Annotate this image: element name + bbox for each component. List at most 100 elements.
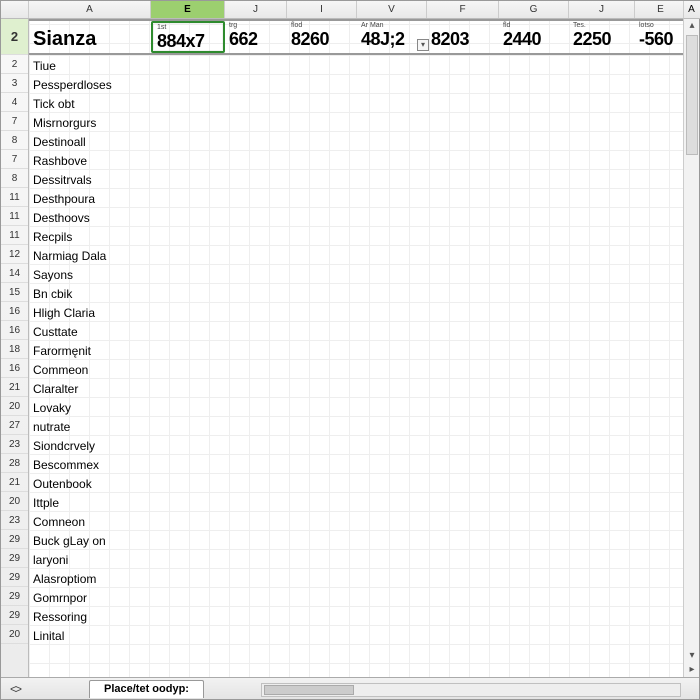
row-header[interactable]: 4 [1, 93, 28, 112]
vertical-scrollbar[interactable]: ▴ ▾ ▸ [683, 19, 699, 677]
row-header[interactable]: 20 [1, 625, 28, 644]
row-label-cell[interactable]: Narmiag Dala [29, 245, 151, 264]
grid-area[interactable]: Sianza1st884x7trg662flod8260Ar Man48J;2▾… [29, 19, 683, 677]
row-header[interactable]: 8 [1, 131, 28, 150]
row-label-cell[interactable]: Dessitrvals [29, 169, 151, 188]
column-header[interactable]: F [427, 1, 499, 18]
row-header[interactable]: 21 [1, 473, 28, 492]
row-label-cell[interactable]: nutrate [29, 416, 151, 435]
row-header[interactable]: 7 [1, 150, 28, 169]
row-header[interactable]: 11 [1, 188, 28, 207]
row-label-cell[interactable]: Alasroptiom [29, 568, 151, 587]
column-header[interactable]: J [569, 1, 635, 18]
column-header[interactable]: A [29, 1, 151, 18]
row-header[interactable]: 11 [1, 207, 28, 226]
column-header[interactable]: E [635, 1, 687, 18]
row-header[interactable]: 14 [1, 264, 28, 283]
horizontal-scrollbar[interactable] [261, 683, 681, 697]
row-label-cell[interactable]: Bescommex [29, 454, 151, 473]
column-header[interactable]: G [499, 1, 569, 18]
header-title-cell[interactable]: Sianza [29, 21, 151, 53]
row-label-cell[interactable]: Claralter [29, 378, 151, 397]
row-label-cell[interactable]: Gomrnpor [29, 587, 151, 606]
column-header[interactable]: I [287, 1, 357, 18]
row-label-cell[interactable]: Outenbook [29, 473, 151, 492]
row-label-cell[interactable]: Tiue [29, 55, 151, 74]
row-header[interactable]: 3 [1, 74, 28, 93]
row-label-cell[interactable]: Rashbove [29, 150, 151, 169]
row-label-cell[interactable]: Buck gLay on [29, 530, 151, 549]
select-all-corner[interactable] [1, 1, 29, 18]
header-value-cell[interactable]: 1st884x7 [151, 21, 225, 53]
row-label-cell[interactable]: laryoni [29, 549, 151, 568]
row-label-cell[interactable]: Hligh Claria [29, 302, 151, 321]
row-label-cell[interactable]: Pessperdloses [29, 74, 151, 93]
header-value-cell[interactable]: flod8260 [287, 21, 357, 53]
row-label-cell[interactable]: Recpils [29, 226, 151, 245]
row-label-cell[interactable]: Sayons [29, 264, 151, 283]
header-value: 2440 [503, 23, 565, 55]
row-label-cell[interactable]: Lovaky [29, 397, 151, 416]
row-header[interactable]: 12 [1, 245, 28, 264]
row-header[interactable]: 8 [1, 169, 28, 188]
row-header[interactable]: 11 [1, 226, 28, 245]
vscroll-thumb[interactable] [686, 35, 698, 155]
row-label-cell[interactable]: Siondcrvely [29, 435, 151, 454]
spreadsheet-window: AEJIVFGJE A 2234787811111112141516161816… [0, 0, 700, 700]
row-header[interactable]: 16 [1, 302, 28, 321]
row-label-cell[interactable]: Bn cbik [29, 283, 151, 302]
row-header[interactable]: 27 [1, 416, 28, 435]
row-label-cell[interactable]: Desthoovs [29, 207, 151, 226]
row-header[interactable]: 15 [1, 283, 28, 302]
row-header[interactable]: 2 [1, 55, 28, 74]
row-header[interactable]: 20 [1, 492, 28, 511]
tab-nav-buttons[interactable]: <> [1, 678, 29, 700]
row-header[interactable]: 2 [1, 19, 28, 55]
row-label-cell[interactable]: Comneon [29, 511, 151, 530]
row-header[interactable]: 16 [1, 321, 28, 340]
scroll-down-icon[interactable]: ▾ [684, 649, 700, 663]
row-header[interactable]: 16 [1, 359, 28, 378]
row-header[interactable]: 7 [1, 112, 28, 131]
table-row: Buck gLay on [29, 530, 683, 549]
row-label-cell[interactable]: Linital [29, 625, 151, 644]
header-value-cell[interactable]: Tes.2250 [569, 21, 635, 53]
row-label-cell[interactable]: Ittple [29, 492, 151, 511]
header-value-cell[interactable]: lotso-560 [635, 21, 683, 53]
hscroll-thumb[interactable] [264, 685, 354, 695]
column-header[interactable]: J [225, 1, 287, 18]
row-header[interactable]: 29 [1, 587, 28, 606]
row-label-cell[interactable]: Misrnorgurs [29, 112, 151, 131]
table-row: Desthoovs [29, 207, 683, 226]
column-header[interactable]: V [357, 1, 427, 18]
row-header[interactable]: 23 [1, 511, 28, 530]
header-value-cell[interactable]: Ar Man48J;2▾ [357, 21, 427, 53]
column-header-overflow[interactable]: A [683, 1, 699, 19]
header-value-cell[interactable]: trg662 [225, 21, 287, 53]
row-header[interactable]: 23 [1, 435, 28, 454]
row-header[interactable]: 20 [1, 397, 28, 416]
sheet-tab[interactable]: Place/tet oodyp: [89, 680, 204, 698]
row-label-cell[interactable]: Custtate [29, 321, 151, 340]
row-label-cell[interactable]: Desthpoura [29, 188, 151, 207]
row-header[interactable]: 28 [1, 454, 28, 473]
column-header[interactable]: E [151, 1, 225, 18]
table-row: Rashbove [29, 150, 683, 169]
header-value-cell[interactable]: fld2440 [499, 21, 569, 53]
row-label-cell[interactable]: Tick obt [29, 93, 151, 112]
row-header[interactable]: 29 [1, 549, 28, 568]
scroll-up-icon[interactable]: ▴ [684, 19, 700, 33]
row-header[interactable]: 21 [1, 378, 28, 397]
row-label-cell[interactable]: Destinoall [29, 131, 151, 150]
table-row: Claralter [29, 378, 683, 397]
row-header[interactable]: 18 [1, 340, 28, 359]
table-row: Tick obt [29, 93, 683, 112]
row-label-cell[interactable]: Ressoring [29, 606, 151, 625]
row-header[interactable]: 29 [1, 530, 28, 549]
row-label-cell[interactable]: Commeon [29, 359, 151, 378]
header-value-cell[interactable]: 8203 [427, 21, 499, 53]
scroll-right-icon[interactable]: ▸ [684, 663, 700, 677]
row-label-cell[interactable]: Farormęnit [29, 340, 151, 359]
row-header[interactable]: 29 [1, 606, 28, 625]
row-header[interactable]: 29 [1, 568, 28, 587]
